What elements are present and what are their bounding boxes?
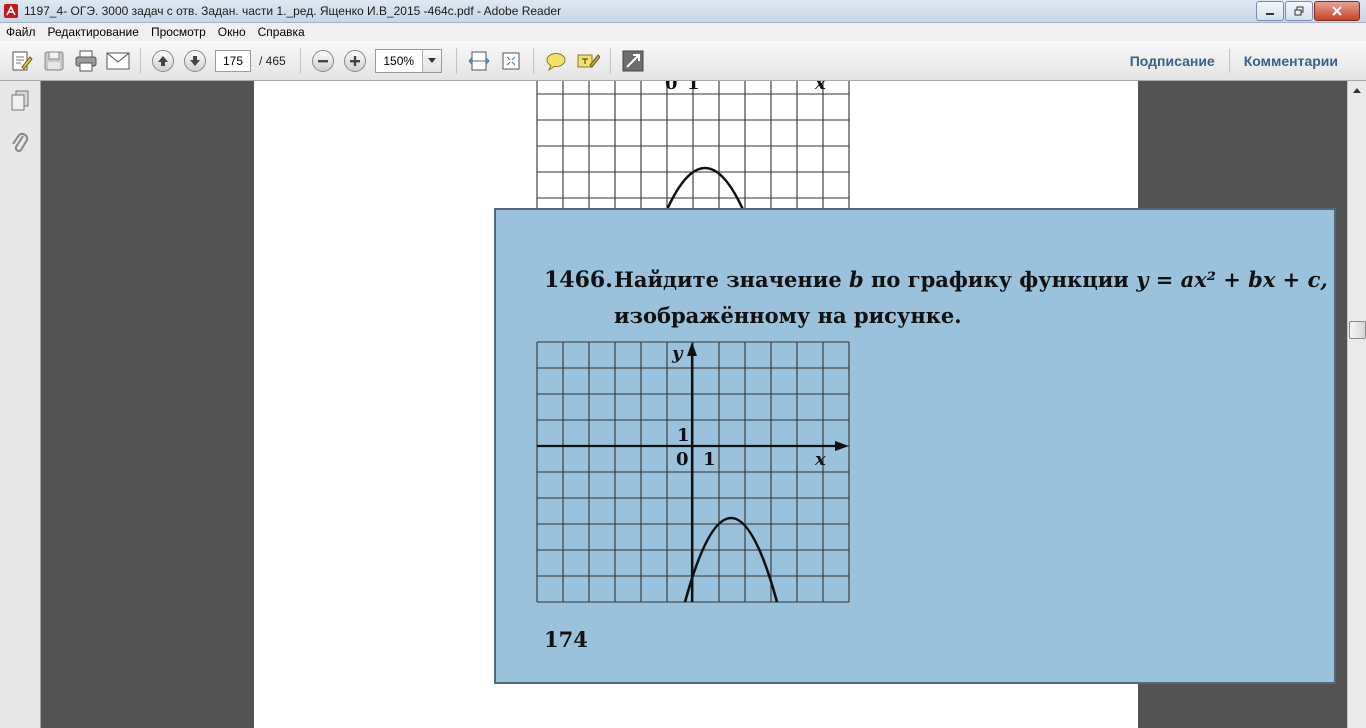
sign-pane-link[interactable]: Подписание — [1116, 53, 1229, 69]
menu-file[interactable]: Файл — [0, 25, 42, 39]
fit-width-button[interactable] — [465, 47, 493, 75]
x-axis-arrow — [835, 441, 849, 451]
toolbar-divider — [532, 47, 534, 74]
email-button[interactable] — [104, 47, 132, 75]
create-edit-icon — [12, 51, 33, 70]
print-icon — [75, 50, 97, 71]
problem-text-line1: Найдите значение b по графику функции y … — [614, 267, 1328, 292]
y-unit-label: 1 — [677, 425, 690, 446]
comment-button[interactable] — [542, 47, 570, 75]
page-number-input[interactable]: 175 — [215, 49, 251, 72]
menu-edit[interactable]: Редактирование — [42, 25, 145, 39]
menu-view[interactable]: Просмотр — [145, 25, 212, 39]
toolbar-divider — [609, 47, 611, 74]
toolbar: 175 / 465 150% Подписание Комментарии — [0, 41, 1366, 81]
chevron-up-icon — [1353, 87, 1361, 93]
save-button[interactable] — [40, 47, 68, 75]
y-axis-label: y — [671, 343, 684, 364]
minimize-button[interactable] — [1256, 1, 1284, 21]
x-unit-label: 1 — [703, 449, 716, 470]
fit-width-icon — [468, 51, 490, 70]
scroll-up-button[interactable] — [1349, 82, 1365, 98]
expand-button[interactable] — [619, 47, 647, 75]
parabola — [683, 516, 779, 603]
pdf-page: 0 1 x 1466. Найдите значение b по график… — [254, 81, 1336, 728]
fit-page-button[interactable] — [497, 47, 525, 75]
navigation-pane — [0, 81, 41, 728]
menu-window[interactable]: Окно — [212, 25, 252, 39]
upper-graph-one-label: 1 — [687, 81, 700, 94]
attachments-panel-button[interactable] — [8, 131, 32, 155]
document-viewport[interactable]: 0 1 x 1466. Найдите значение b по график… — [41, 81, 1348, 728]
minimize-icon — [1266, 13, 1274, 15]
comments-pane-link[interactable]: Комментарии — [1230, 53, 1352, 69]
toolbar-divider — [299, 47, 301, 74]
fit-page-icon — [502, 52, 520, 69]
problem-text-prefix: Найдите значение — [614, 267, 850, 292]
y-axis-arrow — [687, 342, 697, 356]
speech-bubble-icon — [546, 52, 566, 71]
zoom-out-button[interactable] — [309, 47, 337, 75]
arrow-down-icon — [184, 49, 206, 72]
envelope-icon — [106, 52, 130, 69]
page-number-label: 174 — [544, 627, 588, 652]
problem-text-mid: по графику функции — [863, 267, 1137, 292]
menu-help[interactable]: Справка — [252, 25, 311, 39]
function-graph: y x 0 1 1 — [536, 341, 850, 603]
next-page-button[interactable] — [181, 47, 209, 75]
prev-page-button[interactable] — [149, 47, 177, 75]
scroll-thumb[interactable] — [1349, 321, 1366, 339]
window-title: 1197_4- ОГЭ. 3000 задач с отв. Задан. ча… — [24, 4, 562, 18]
chevron-down-icon[interactable] — [421, 49, 441, 72]
upper-graph-x-label: x — [814, 81, 826, 94]
adobe-reader-icon — [4, 4, 18, 18]
expand-icon — [622, 50, 644, 71]
upper-graph-origin-label: 0 — [665, 81, 678, 94]
close-icon — [1332, 6, 1342, 16]
highlighter-icon — [577, 53, 600, 68]
problem-text-line2: изображённому на рисунке. — [614, 303, 962, 328]
minus-icon — [311, 49, 334, 72]
problem-formula: y = ax² + bx + c, — [1136, 267, 1328, 292]
toolbar-divider — [140, 47, 141, 74]
title-bar: 1197_4- ОГЭ. 3000 задач с отв. Задан. ча… — [0, 0, 1366, 23]
page-total: / 465 — [259, 53, 286, 68]
highlight-button[interactable] — [574, 47, 602, 75]
menu-bar: Файл Редактирование Просмотр Окно Справк… — [0, 23, 1366, 41]
save-icon — [44, 51, 64, 70]
arrow-up-icon — [152, 49, 174, 72]
print-button[interactable] — [72, 47, 100, 75]
paperclip-icon — [12, 132, 29, 152]
zoom-in-button[interactable] — [341, 47, 369, 75]
problem-variable-b: b — [849, 267, 864, 292]
close-button[interactable] — [1314, 1, 1360, 21]
x-axis-label: x — [814, 449, 826, 470]
origin-label: 0 — [676, 449, 689, 470]
plus-icon — [343, 49, 366, 72]
create-pdf-button[interactable] — [8, 47, 36, 75]
pages-icon — [11, 90, 29, 111]
vertical-scrollbar[interactable] — [1347, 81, 1366, 728]
toolbar-divider — [455, 47, 457, 74]
problem-number: 1466. — [544, 267, 613, 293]
restore-icon — [1294, 6, 1304, 16]
pages-panel-button[interactable] — [8, 89, 32, 113]
upper-graph: 0 1 x — [536, 81, 850, 230]
maximize-button[interactable] — [1285, 1, 1313, 21]
zoom-value: 150% — [383, 53, 415, 68]
toolbar-right: Подписание Комментарии — [1116, 41, 1352, 80]
zoom-select[interactable]: 150% — [374, 48, 442, 73]
